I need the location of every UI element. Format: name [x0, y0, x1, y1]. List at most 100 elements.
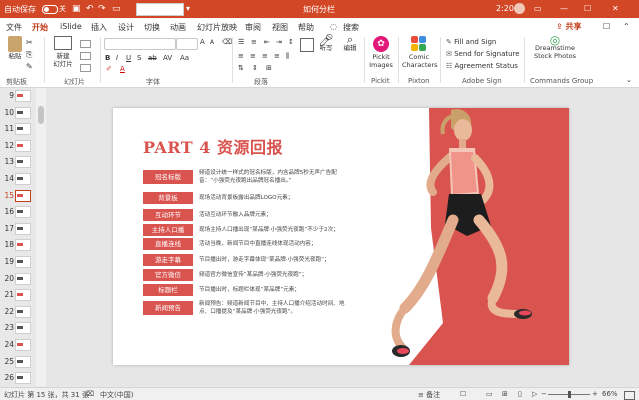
- bold-icon[interactable]: B: [105, 54, 110, 62]
- slide-thumbnail[interactable]: 11: [0, 121, 34, 138]
- tab-review[interactable]: 审阅: [245, 22, 261, 33]
- slide-thumbnail-image[interactable]: [15, 272, 31, 285]
- zoom-slider-knob[interactable]: [568, 391, 571, 398]
- tab-insert[interactable]: 插入: [91, 22, 107, 33]
- zoom-level[interactable]: 66%: [602, 390, 618, 398]
- align-text-icon[interactable]: ⇕: [252, 64, 258, 72]
- align-left-icon[interactable]: ≡: [238, 52, 244, 60]
- slide-thumbnail-image[interactable]: [15, 189, 31, 202]
- copy-icon[interactable]: ⎘: [26, 50, 32, 60]
- normal-view-icon[interactable]: ▭: [486, 390, 493, 398]
- spacing-icon[interactable]: AV: [163, 54, 172, 62]
- columns-icon[interactable]: ⫼: [286, 52, 289, 61]
- underline-icon[interactable]: U: [126, 54, 131, 62]
- reading-view-icon[interactable]: ▯: [518, 390, 522, 398]
- tab-view[interactable]: 视图: [272, 22, 288, 33]
- undo-icon[interactable]: ↶: [86, 4, 94, 14]
- slide-thumbnail[interactable]: 22: [0, 304, 34, 321]
- cut-icon[interactable]: ✂: [26, 38, 33, 47]
- new-slide-button[interactable]: 新建 幻灯片: [50, 36, 76, 68]
- font-color-icon[interactable]: A: [120, 65, 125, 73]
- slide-thumbnail[interactable]: 24: [0, 337, 34, 354]
- font-name-box[interactable]: [104, 38, 176, 50]
- highlight-icon[interactable]: ✐: [106, 65, 112, 73]
- slide-thumbnail-image[interactable]: [15, 256, 31, 268]
- slide-canvas[interactable]: PART 4 资源回报 冠名标版 频道设计统一样式的冠名标版，内含品牌5秒无声广告…: [113, 108, 569, 365]
- increase-indent-icon[interactable]: ⇥: [276, 38, 282, 46]
- autosave-toggle[interactable]: [42, 5, 58, 14]
- resource-label[interactable]: 背景板: [143, 192, 193, 204]
- slide-thumbnail[interactable]: 19: [0, 254, 34, 271]
- slide-thumbnail[interactable]: 12: [0, 138, 34, 155]
- justify-icon[interactable]: ≡: [274, 52, 280, 60]
- agreement-status-button[interactable]: ☷ Agreement Status: [446, 62, 518, 70]
- tab-transitions[interactable]: 切换: [144, 22, 160, 33]
- tab-home[interactable]: 开始: [32, 22, 48, 37]
- comments-icon[interactable]: ☐: [603, 22, 610, 31]
- slide-thumbnail-image[interactable]: [15, 173, 31, 185]
- slide-thumbnail[interactable]: 13: [0, 154, 34, 171]
- slide-thumbnail[interactable]: 21: [0, 287, 34, 304]
- resource-description[interactable]: 活动当晚，新闻节目中直播连线体现活动内容；: [199, 240, 351, 248]
- clear-format-icon[interactable]: ⌫: [222, 38, 232, 46]
- slide-thumbnail-image[interactable]: [15, 305, 31, 318]
- slide-thumbnail[interactable]: 17: [0, 221, 34, 238]
- slide-thumbnail[interactable]: 10: [0, 105, 34, 122]
- align-center-icon[interactable]: ≡: [250, 52, 256, 60]
- resource-label[interactable]: 新闻预告: [143, 301, 193, 315]
- shadow-icon[interactable]: S: [137, 54, 141, 62]
- maximize-icon[interactable]: ☐: [584, 4, 591, 13]
- slideshow-icon[interactable]: ▭: [112, 4, 121, 14]
- slide-thumbnail[interactable]: 9: [0, 88, 34, 105]
- ribbon-options-icon[interactable]: ⌄: [626, 76, 632, 84]
- tab-design[interactable]: 设计: [118, 22, 134, 33]
- line-spacing-icon[interactable]: ↕: [288, 38, 294, 46]
- resource-label[interactable]: 官方微信: [143, 269, 193, 281]
- runner-photo[interactable]: [333, 108, 569, 365]
- zoom-out-icon[interactable]: −: [541, 390, 547, 398]
- voice-button[interactable]: 🎤︎ 听写: [316, 34, 336, 52]
- save-icon[interactable]: ▣: [72, 4, 81, 14]
- slide-thumbnail-image[interactable]: [15, 106, 31, 119]
- pickit-images-button[interactable]: ✿ Pickit Images: [368, 36, 394, 69]
- ribbon-display-icon[interactable]: ▭: [534, 4, 542, 13]
- slide-thumbnail[interactable]: 23: [0, 320, 34, 337]
- bullets-icon[interactable]: ☰: [238, 38, 244, 46]
- resource-label[interactable]: 直播连线: [143, 238, 193, 250]
- minimize-icon[interactable]: —: [560, 4, 568, 13]
- comic-characters-button[interactable]: Comic Characters: [402, 36, 437, 69]
- decrease-indent-icon[interactable]: ⇤: [264, 38, 270, 46]
- resource-description[interactable]: 节目播出时，标题栏体现“某品牌”元素；: [199, 286, 351, 294]
- italic-icon[interactable]: I: [116, 54, 118, 62]
- align-right-icon[interactable]: ≡: [262, 52, 268, 60]
- tab-help[interactable]: 帮助: [298, 22, 314, 33]
- slide-thumbnail-image[interactable]: [15, 322, 31, 335]
- resource-label[interactable]: 冠名标版: [143, 170, 193, 184]
- notes-button[interactable]: ≡ 备注: [418, 390, 440, 400]
- smartart-icon[interactable]: ⊞: [266, 64, 272, 72]
- send-signature-button[interactable]: ✉ Send for Signature: [446, 50, 520, 58]
- share-button[interactable]: ⇪ 共享: [556, 21, 582, 32]
- resource-description[interactable]: 现场主持人口播出现“某品牌·小强荧光夜跑”不少于2次；: [199, 226, 351, 234]
- resource-description[interactable]: 现场活动背景板露出品牌LOGO元素；: [199, 194, 351, 202]
- quick-access-dropdown-icon[interactable]: ▾: [186, 4, 190, 13]
- slide-thumbnail[interactable]: 14: [0, 171, 34, 188]
- slide-thumbnail-image[interactable]: [15, 90, 31, 102]
- slide-thumbnail[interactable]: 15: [0, 188, 34, 205]
- resource-description[interactable]: 节目播出时，游走字幕体现“某品牌·小强荧光夜跑”；: [199, 256, 351, 264]
- slide-thumbnail-image[interactable]: [15, 372, 31, 385]
- zoom-in-icon[interactable]: +: [592, 390, 598, 398]
- tab-slideshow[interactable]: 幻灯片放映: [197, 22, 237, 33]
- sorter-view-icon[interactable]: ⊞: [502, 390, 508, 398]
- slide-thumbnail[interactable]: 16: [0, 204, 34, 221]
- section-icon[interactable]: [80, 64, 91, 72]
- tab-animations[interactable]: 动画: [170, 22, 186, 33]
- spellcheck-icon[interactable]: ⌧: [86, 390, 94, 398]
- dreamstime-button[interactable]: ◎ Dreamstime Stock Photos: [530, 34, 580, 60]
- slideshow-view-icon[interactable]: ▷: [532, 390, 537, 398]
- close-icon[interactable]: ✕: [612, 4, 619, 13]
- edit-button[interactable]: ⌕ 编辑: [340, 34, 360, 52]
- slide-thumbnail-image[interactable]: [15, 355, 31, 368]
- strike-icon[interactable]: ab: [148, 54, 157, 62]
- slide-thumbnail-image[interactable]: [15, 206, 31, 219]
